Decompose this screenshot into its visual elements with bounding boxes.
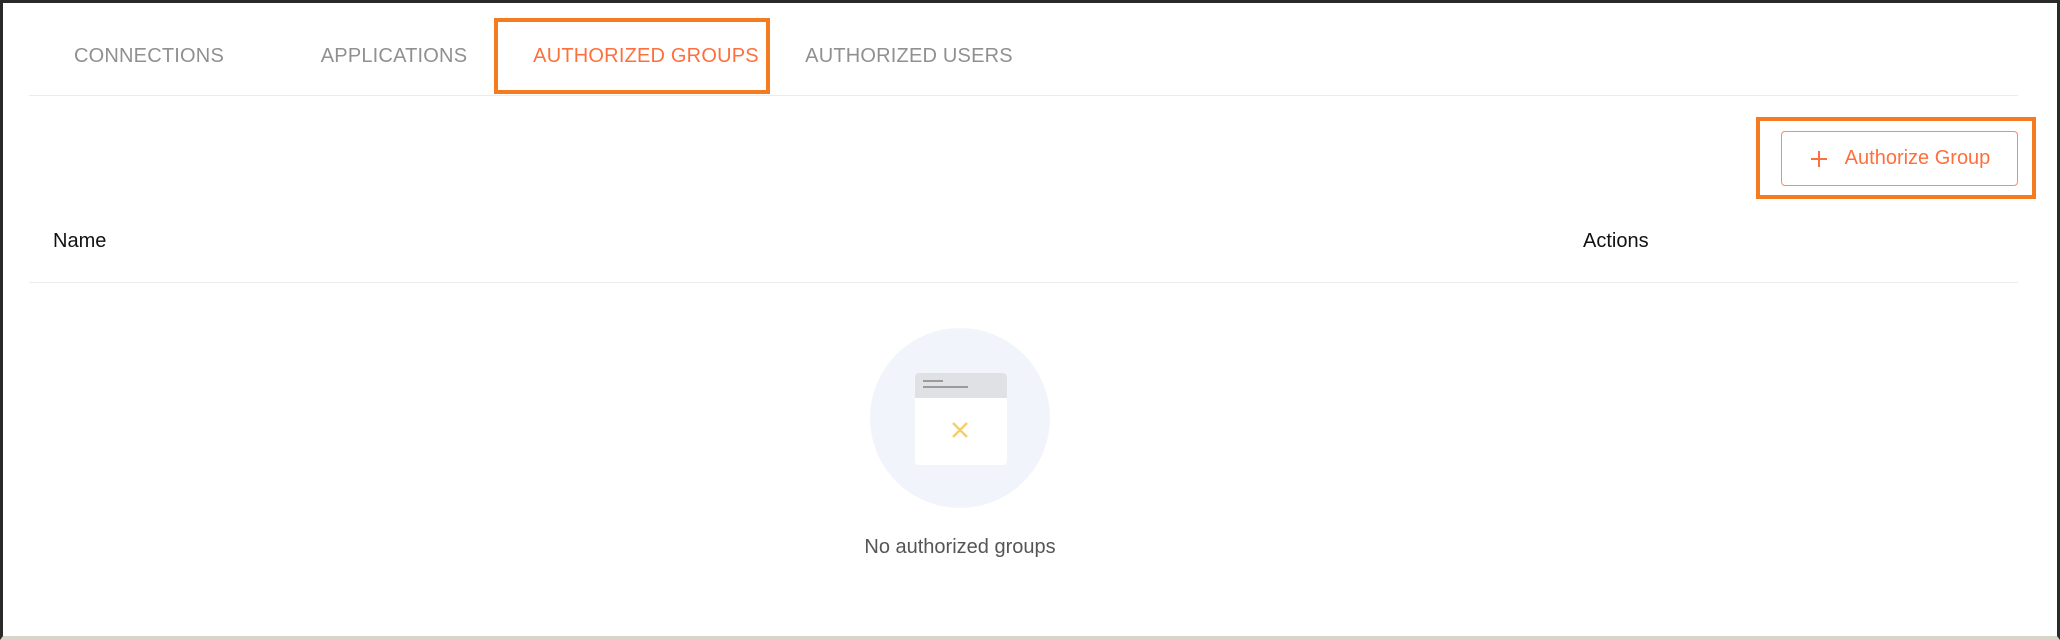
tab-applications[interactable]: APPLICATIONS	[269, 17, 519, 95]
tab-bar: CONNECTIONS APPLICATIONS AUTHORIZED GROU…	[29, 17, 2018, 96]
tab-authorized-users[interactable]: AUTHORIZED USERS	[784, 17, 1034, 95]
column-header-actions: Actions	[1583, 229, 1649, 252]
tab-authorized-groups[interactable]: AUTHORIZED GROUPS	[495, 17, 797, 95]
table-header: Name Actions	[29, 200, 2018, 283]
plus-icon	[1809, 149, 1829, 169]
tab-connections[interactable]: CONNECTIONS	[29, 17, 269, 95]
authorize-group-button[interactable]: Authorize Group	[1781, 131, 2018, 186]
empty-window-icon	[870, 328, 1050, 508]
empty-state-message: No authorized groups	[864, 536, 1056, 558]
authorize-group-label: Authorize Group	[1844, 147, 1991, 169]
column-header-name[interactable]: Name	[53, 200, 106, 282]
